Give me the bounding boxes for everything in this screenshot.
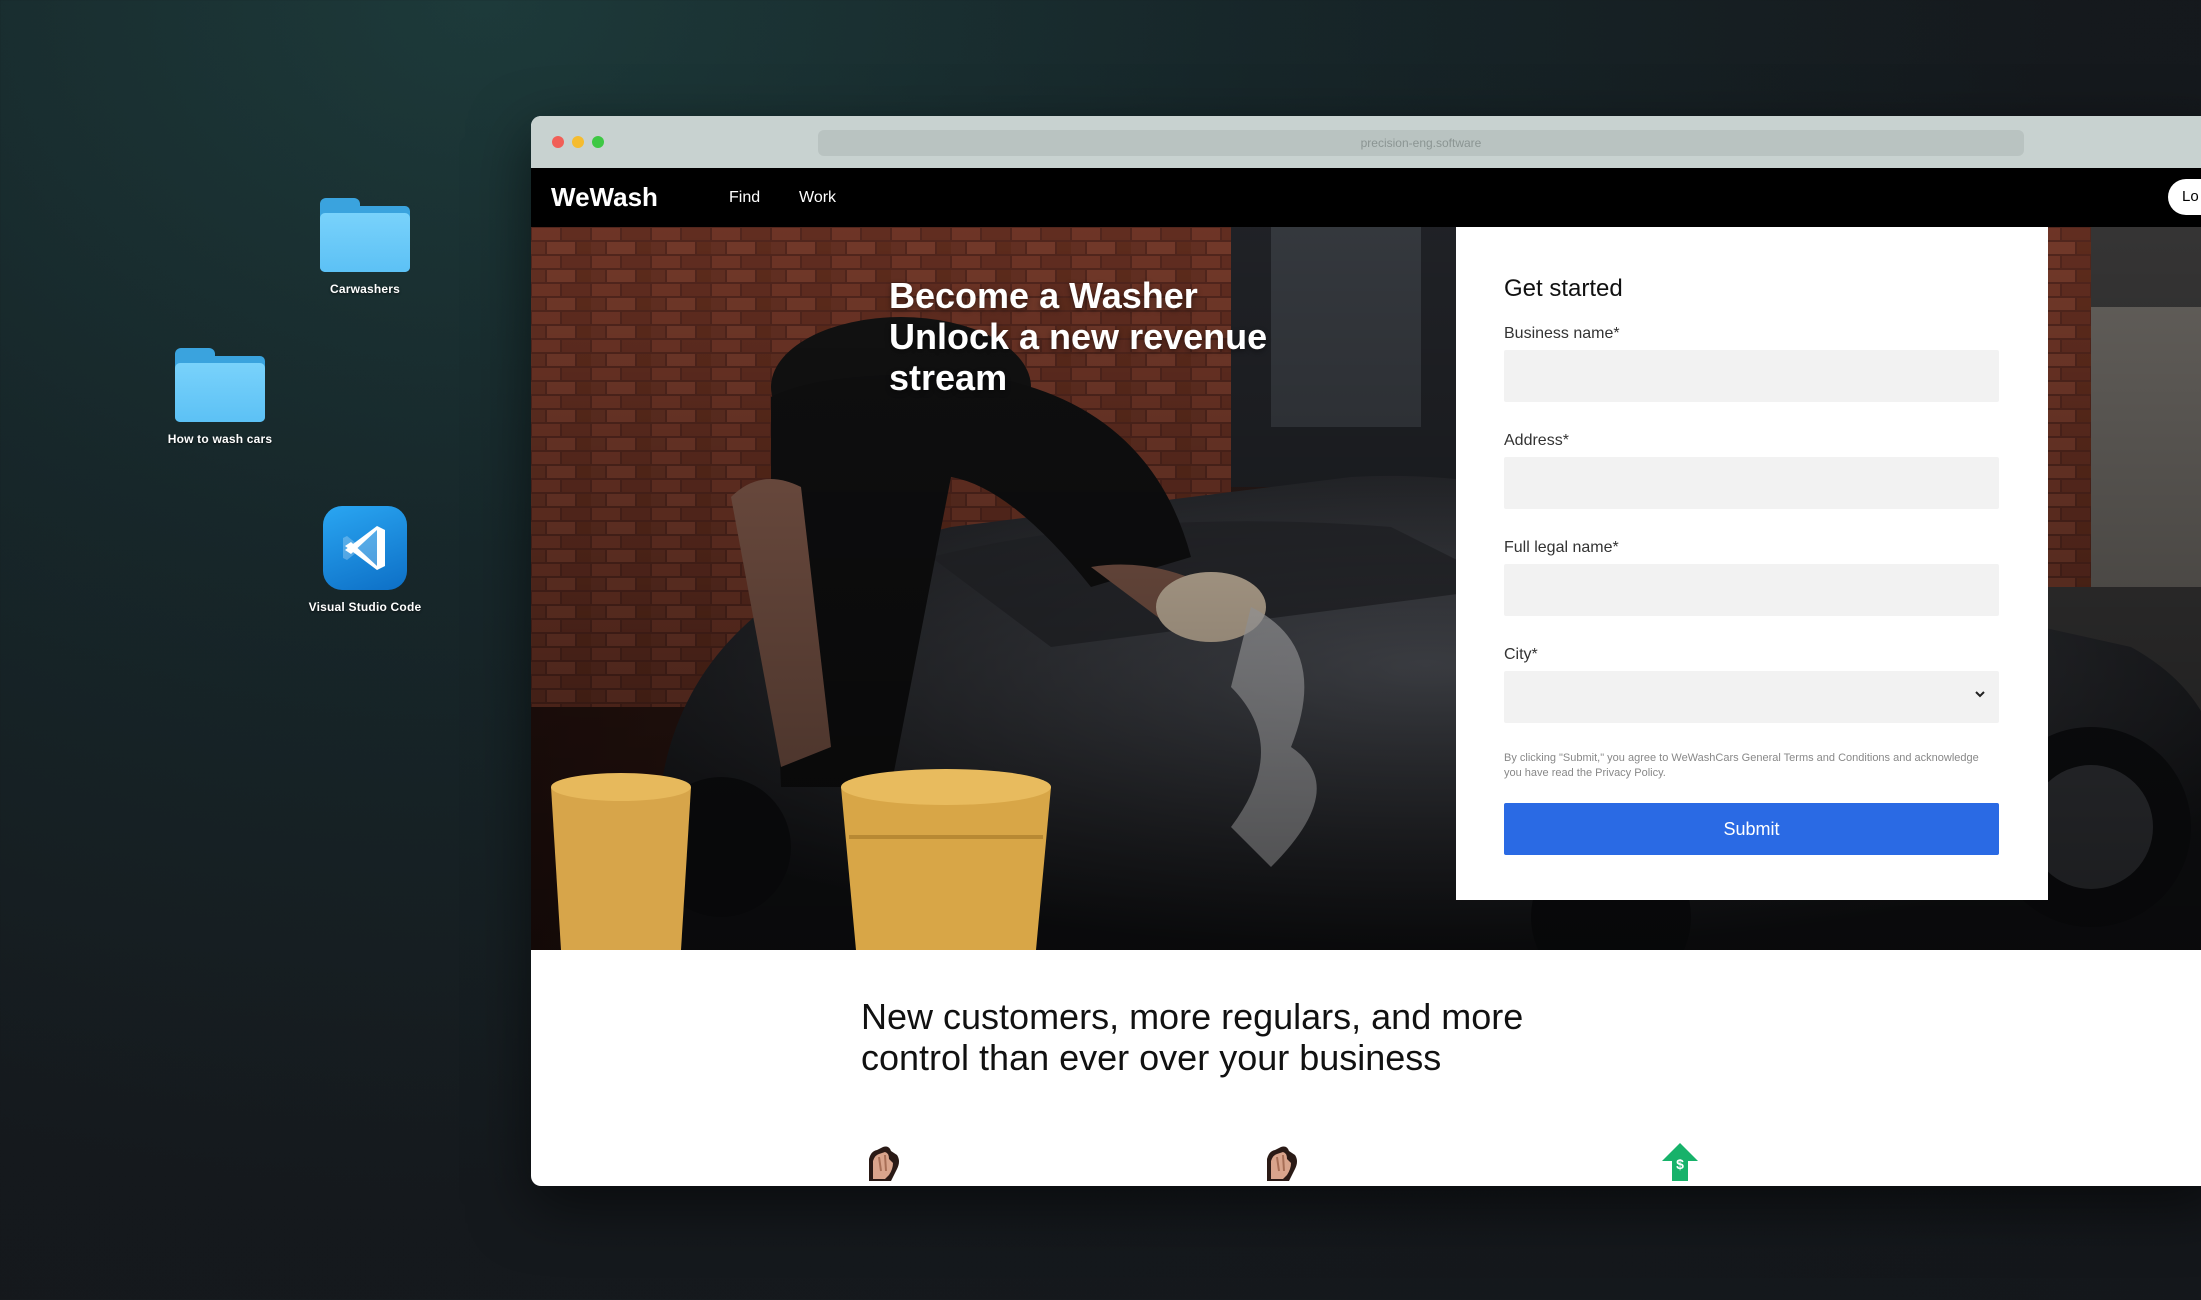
- submit-button[interactable]: Submit: [1504, 803, 1999, 855]
- desktop-app-vscode[interactable]: Visual Studio Code: [270, 506, 460, 614]
- section-heading: New customers, more regulars, and more c…: [861, 996, 1523, 1078]
- svg-text:$: $: [1676, 1156, 1684, 1172]
- money-up-arrow-icon: $: [1658, 1141, 1702, 1186]
- vscode-icon: [323, 506, 407, 590]
- desktop-icon-label: Visual Studio Code: [308, 600, 422, 614]
- full-legal-name-input[interactable]: [1504, 564, 1999, 616]
- folder-icon: [175, 348, 265, 422]
- full-legal-name-label: Full legal name*: [1504, 539, 1619, 556]
- desktop-icon-label: Carwashers: [329, 282, 401, 296]
- hero-title-line: Unlock a new revenue: [889, 316, 1268, 357]
- city-label: City*: [1504, 646, 1538, 663]
- city-select[interactable]: [1504, 671, 1999, 723]
- hero-title-line: Become a Washer: [889, 275, 1198, 316]
- section-heading-line: control than ever over your business: [861, 1037, 1442, 1078]
- nav-link-find[interactable]: Find: [729, 189, 760, 207]
- section-heading-line: New customers, more regulars, and more: [861, 996, 1524, 1037]
- close-window-button[interactable]: [552, 136, 564, 148]
- terms-text: By clicking "Submit," you agree to WeWas…: [1504, 752, 1979, 779]
- signup-form: Get started Business name* Address* Full…: [1456, 227, 2048, 900]
- desktop-folder-carwashers[interactable]: Carwashers: [270, 198, 460, 296]
- hero-title-line: stream: [889, 357, 1008, 398]
- minimize-window-button[interactable]: [572, 136, 584, 148]
- address-input[interactable]: [1504, 457, 1999, 509]
- folder-icon: [320, 198, 410, 272]
- hand-icon: [1259, 1141, 1303, 1186]
- hero-section: Become a Washer Unlock a new revenue str…: [531, 227, 2201, 950]
- form-title: Get started: [1504, 275, 1623, 302]
- url-text: precision-eng.software: [1360, 136, 1482, 150]
- chevron-down-icon: [1973, 687, 1987, 706]
- browser-titlebar: precision-eng.software: [531, 116, 2201, 168]
- business-name-label: Business name*: [1504, 325, 1620, 342]
- business-name-input[interactable]: [1504, 350, 1999, 402]
- browser-window: precision-eng.software WeWash Find Work …: [531, 116, 2201, 1186]
- hand-icon: [861, 1141, 905, 1186]
- maximize-window-button[interactable]: [592, 136, 604, 148]
- desktop-folder-how-to-wash-cars[interactable]: How to wash cars: [125, 348, 315, 446]
- login-button[interactable]: Lo: [2168, 179, 2201, 215]
- address-bar[interactable]: precision-eng.software: [818, 130, 2024, 156]
- address-label: Address*: [1504, 432, 1569, 449]
- hero-title: Become a Washer Unlock a new revenue str…: [889, 275, 1267, 398]
- site-navbar: WeWash Find Work Lo: [531, 168, 2201, 227]
- desktop-icon-label: How to wash cars: [167, 432, 273, 446]
- nav-link-work[interactable]: Work: [799, 189, 836, 207]
- site-logo[interactable]: WeWash: [551, 182, 658, 213]
